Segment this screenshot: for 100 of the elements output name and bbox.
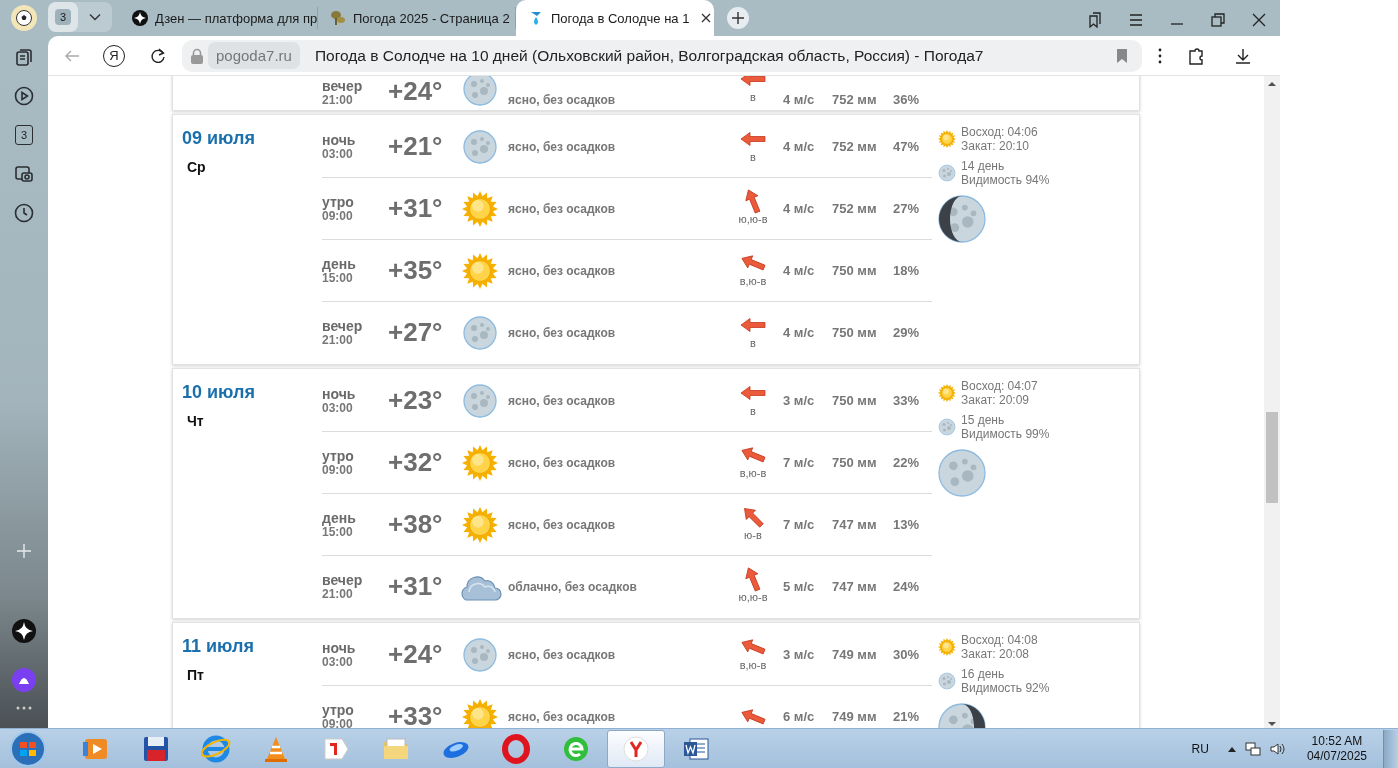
- temperature: +31°: [388, 193, 444, 224]
- temperature: +32°: [388, 447, 444, 478]
- speaker-icon[interactable]: [1268, 740, 1285, 757]
- download-icon[interactable]: [1234, 46, 1252, 65]
- humidity: 36%: [893, 92, 921, 107]
- page-title: Погода в Солодче на 10 дней (Ольховский район, Волгоградская область, Россия) - Погода7: [314, 46, 985, 65]
- weather-description: ясно, без осадков: [508, 455, 617, 470]
- wind-speed: 6 м/с: [783, 709, 816, 724]
- browser-tab[interactable]: Дзен — платформа для пр: [120, 7, 318, 29]
- play-icon[interactable]: [14, 86, 34, 106]
- temperature: +27°: [388, 317, 444, 348]
- moon-age: 14 день: [961, 159, 1006, 173]
- address-bar[interactable]: pogoda7.ru Погода в Солодче на 10 дней (Ольховский район, Волгоградская область, Россия) - Погода7: [182, 39, 1142, 72]
- humidity: 27%: [893, 201, 921, 216]
- wind-direction: в,ю-в: [739, 466, 767, 479]
- wind-direction: в: [750, 150, 756, 163]
- close-icon[interactable]: [701, 13, 711, 23]
- scrollbar-thumb[interactable]: [1266, 412, 1278, 503]
- stacked-cards-icon[interactable]: [14, 47, 34, 67]
- mushroom-icon: [330, 10, 346, 26]
- star-logo-icon[interactable]: [12, 619, 36, 643]
- more-icon[interactable]: [1158, 47, 1162, 64]
- period-label: утро: [322, 702, 355, 717]
- reload-icon[interactable]: [149, 46, 167, 65]
- clock-time[interactable]: 10:52 AM: [1311, 733, 1363, 749]
- language-indicator[interactable]: RU: [1191, 741, 1209, 756]
- temperature: +35°: [388, 255, 444, 286]
- period-label: вечер: [322, 79, 364, 93]
- site-domain[interactable]: pogoda7.ru: [208, 42, 300, 69]
- network-icon[interactable]: [1244, 740, 1261, 757]
- temperature: +23°: [388, 385, 444, 416]
- wind-speed: 5 м/с: [783, 579, 816, 594]
- star-logo-icon: [132, 10, 148, 26]
- pressure: 750 мм: [832, 325, 878, 340]
- period-label: день: [322, 510, 357, 525]
- browser-tab[interactable]: Погода в Солодче на 1: [516, 0, 714, 36]
- wind-direction: в: [750, 336, 756, 349]
- pressure: 750 мм: [832, 263, 878, 278]
- sunrise-time: Восход: 04:07: [961, 379, 1038, 393]
- wind-speed: 4 м/с: [783, 325, 816, 340]
- scrollbar[interactable]: [1264, 76, 1280, 728]
- new-tab-icon[interactable]: [727, 7, 749, 29]
- wind-speed: 4 м/с: [783, 263, 816, 278]
- time-label: 21:00: [322, 586, 353, 601]
- humidity: 22%: [893, 455, 921, 470]
- period-label: вечер: [322, 572, 364, 587]
- humidity: 13%: [893, 517, 921, 532]
- pressure: 750 мм: [832, 455, 878, 470]
- wind-direction: ю-в: [744, 528, 762, 541]
- tab-counter[interactable]: 3: [15, 125, 33, 145]
- tab-group[interactable]: 3: [48, 1, 112, 32]
- wind-direction: в,ю-в: [739, 274, 767, 287]
- period-label: утро: [322, 448, 355, 463]
- period-label: ночь: [322, 386, 357, 401]
- humidity: 21%: [893, 709, 921, 724]
- humidity: 47%: [893, 139, 921, 154]
- weekday-label: Пт: [187, 667, 204, 683]
- close-icon[interactable]: [1251, 12, 1267, 28]
- weather-description: облачно, без осадков: [508, 579, 638, 594]
- temperature: +31°: [388, 571, 444, 602]
- sunrise-time: Восход: 04:06: [961, 125, 1038, 139]
- wind-speed: 4 м/с: [783, 201, 816, 216]
- menu-icon[interactable]: [1128, 12, 1144, 28]
- date-label: 10 июля: [182, 382, 255, 403]
- wind-speed: 4 м/с: [783, 139, 816, 154]
- clock-date[interactable]: 04/07/2025: [1306, 748, 1367, 764]
- wind-speed: 4 м/с: [783, 92, 816, 107]
- wind-direction: ю,ю-в: [738, 590, 768, 603]
- wind-direction: в,ю-в: [739, 658, 767, 671]
- sun-icon: [938, 130, 956, 148]
- caret-icon[interactable]: [89, 12, 101, 21]
- moon-visibility: Видимость 92%: [961, 681, 1050, 695]
- pressure: 747 мм: [832, 579, 878, 594]
- bookmarks-icon[interactable]: [1087, 12, 1103, 28]
- weather-description: ясно, без осадков: [508, 139, 617, 154]
- camera-icon[interactable]: [14, 164, 34, 184]
- wind-speed: 3 м/с: [783, 647, 816, 662]
- time-label: 03:00: [322, 400, 354, 415]
- start-icon[interactable]: [8, 729, 48, 768]
- weather-description: ясно, без осадков: [508, 325, 617, 340]
- pressure: 752 мм: [832, 139, 878, 154]
- humidity: 29%: [893, 325, 921, 340]
- bookmark-icon[interactable]: [1116, 47, 1128, 64]
- restore-icon[interactable]: [1210, 12, 1226, 28]
- weather-description: ясно, без осадков: [508, 517, 617, 532]
- temperature: +38°: [388, 509, 444, 540]
- sun-icon: [938, 638, 956, 656]
- scroll-up-icon[interactable]: [1267, 80, 1277, 88]
- wind-speed: 7 м/с: [783, 455, 816, 470]
- pressure: 749 мм: [832, 709, 878, 724]
- weather-description: ясно, без осадков: [508, 393, 617, 408]
- sunrise-time: Восход: 04:08: [961, 633, 1038, 647]
- sunset-time: Закат: 20:09: [961, 393, 1031, 407]
- active-app-button[interactable]: [607, 729, 665, 768]
- moon-icon: [938, 672, 956, 690]
- weather-description: ясно, без осадков: [508, 93, 617, 107]
- time-label: 03:00: [322, 146, 354, 161]
- clock-icon[interactable]: [14, 203, 34, 223]
- moon-age: 15 день: [961, 413, 1006, 427]
- tab-count[interactable]: 3: [55, 8, 71, 25]
